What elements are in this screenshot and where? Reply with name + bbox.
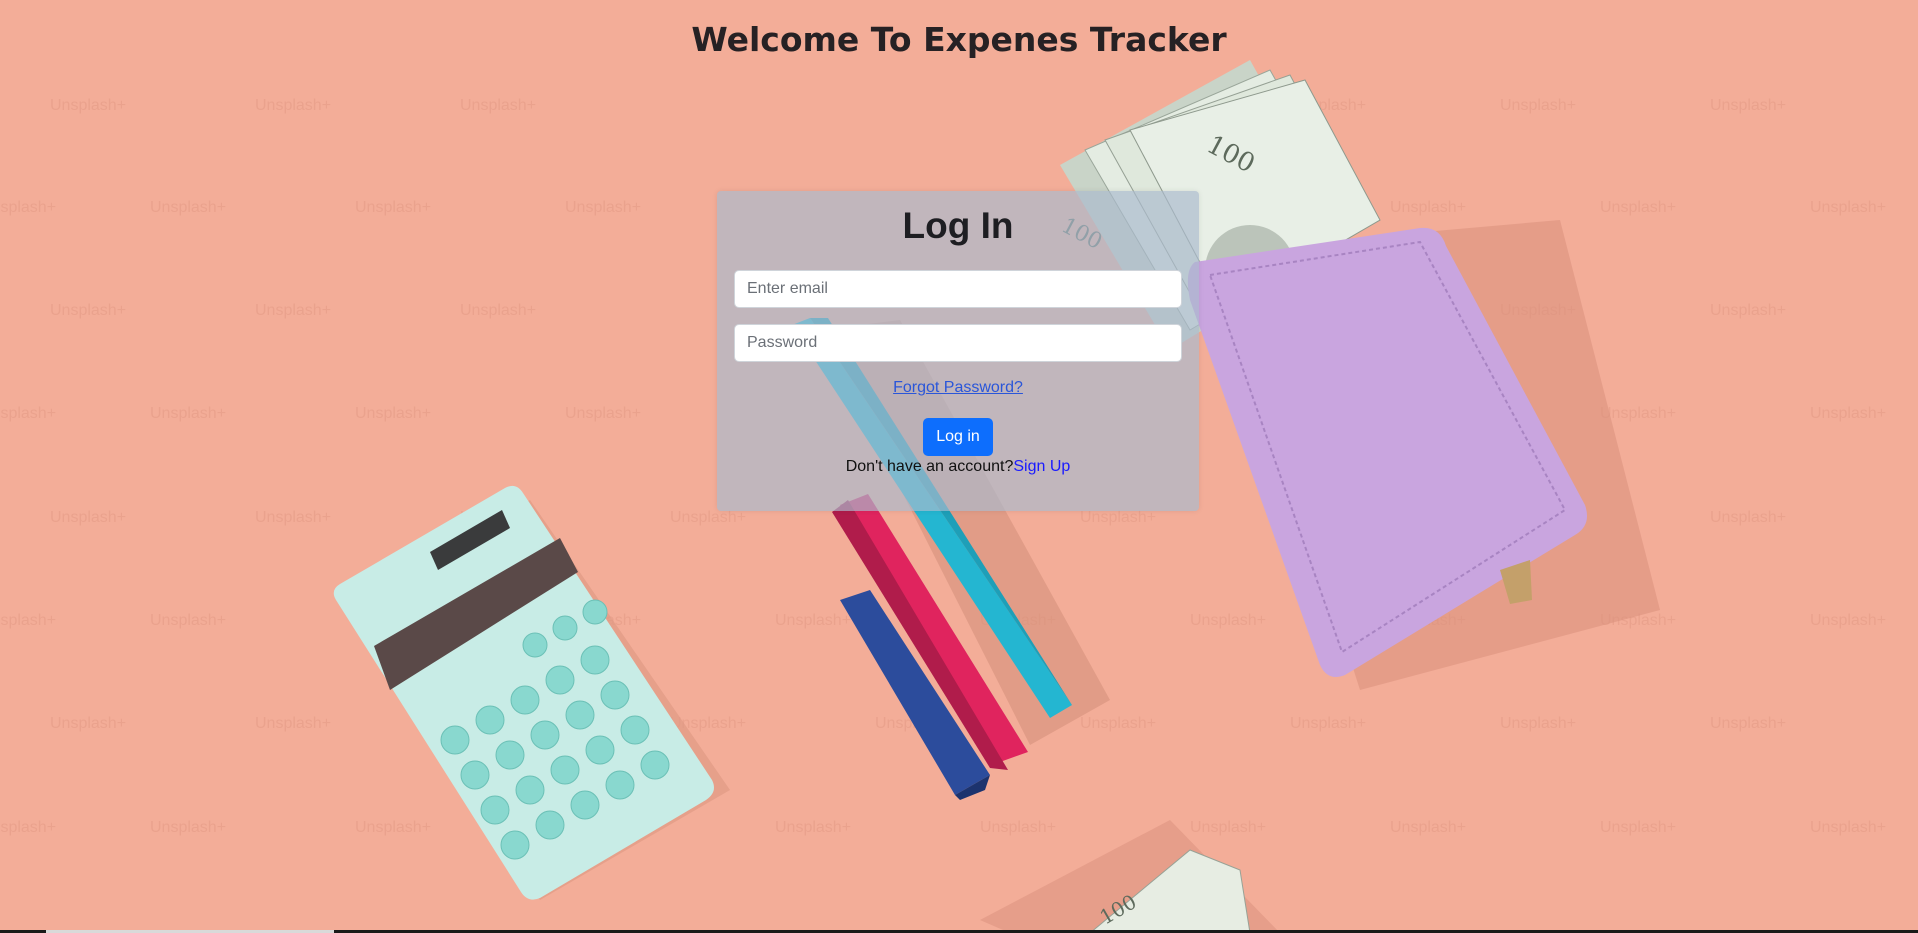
svg-text:Unsplash+: Unsplash+ — [255, 302, 331, 319]
login-card: Log In Forgot Password? Log in Don't hav… — [717, 191, 1199, 511]
svg-text:Unsplash+: Unsplash+ — [255, 509, 331, 526]
signup-link[interactable]: Sign Up — [1013, 458, 1070, 475]
svg-text:Unsplash+: Unsplash+ — [565, 199, 641, 216]
login-heading: Log In — [902, 205, 1014, 246]
svg-text:Unsplash+: Unsplash+ — [255, 715, 331, 732]
svg-text:Unsplash+: Unsplash+ — [150, 199, 226, 216]
svg-text:Unsplash+: Unsplash+ — [0, 405, 56, 422]
svg-text:Unsplash+: Unsplash+ — [980, 819, 1056, 836]
svg-text:Unsplash+: Unsplash+ — [50, 509, 126, 526]
svg-text:Unsplash+: Unsplash+ — [255, 97, 331, 114]
svg-text:Unsplash+: Unsplash+ — [1710, 97, 1786, 114]
svg-text:Unsplash+: Unsplash+ — [1600, 405, 1676, 422]
svg-text:Unsplash+: Unsplash+ — [1190, 819, 1266, 836]
email-input[interactable] — [734, 270, 1182, 308]
svg-text:Unsplash+: Unsplash+ — [150, 819, 226, 836]
svg-text:Unsplash+: Unsplash+ — [1710, 509, 1786, 526]
svg-text:Unsplash+: Unsplash+ — [1390, 819, 1466, 836]
svg-text:Unsplash+: Unsplash+ — [1710, 302, 1786, 319]
svg-text:Unsplash+: Unsplash+ — [50, 302, 126, 319]
svg-text:Unsplash+: Unsplash+ — [1600, 199, 1676, 216]
svg-text:Unsplash+: Unsplash+ — [1290, 715, 1366, 732]
signup-prompt: Don't have an account? — [845, 458, 1014, 475]
svg-text:Unsplash+: Unsplash+ — [460, 302, 536, 319]
svg-text:Unsplash+: Unsplash+ — [1810, 199, 1886, 216]
svg-text:Unsplash+: Unsplash+ — [1810, 405, 1886, 422]
svg-text:Unsplash+: Unsplash+ — [150, 612, 226, 629]
svg-text:Unsplash+: Unsplash+ — [50, 715, 126, 732]
svg-text:Unsplash+: Unsplash+ — [775, 612, 851, 629]
svg-text:Unsplash+: Unsplash+ — [1810, 612, 1886, 629]
svg-text:Unsplash+: Unsplash+ — [1810, 819, 1886, 836]
svg-text:Unsplash+: Unsplash+ — [355, 819, 431, 836]
svg-text:Unsplash+: Unsplash+ — [1500, 97, 1576, 114]
login-button[interactable]: Log in — [923, 418, 993, 456]
svg-text:Unsplash+: Unsplash+ — [50, 97, 126, 114]
svg-text:Unsplash+: Unsplash+ — [1190, 612, 1266, 629]
svg-text:Unsplash+: Unsplash+ — [150, 405, 226, 422]
svg-text:Unsplash+: Unsplash+ — [0, 819, 56, 836]
svg-text:Unsplash+: Unsplash+ — [1500, 715, 1576, 732]
svg-text:Unsplash+: Unsplash+ — [355, 405, 431, 422]
password-input[interactable] — [734, 324, 1182, 362]
svg-text:Unsplash+: Unsplash+ — [1600, 819, 1676, 836]
svg-text:Unsplash+: Unsplash+ — [1080, 715, 1156, 732]
svg-text:Unsplash+: Unsplash+ — [1710, 715, 1786, 732]
svg-text:Unsplash+: Unsplash+ — [0, 199, 56, 216]
page-title: Welcome To Expenes Tracker — [691, 20, 1227, 59]
svg-text:Unsplash+: Unsplash+ — [460, 97, 536, 114]
signup-row: Don't have an account?Sign Up — [717, 458, 1199, 476]
svg-text:Unsplash+: Unsplash+ — [775, 819, 851, 836]
svg-text:Unsplash+: Unsplash+ — [670, 509, 746, 526]
svg-text:Unsplash+: Unsplash+ — [1080, 509, 1156, 526]
svg-text:Unsplash+: Unsplash+ — [1390, 199, 1466, 216]
svg-text:Unsplash+: Unsplash+ — [355, 199, 431, 216]
svg-text:Unsplash+: Unsplash+ — [0, 612, 56, 629]
svg-text:Unsplash+: Unsplash+ — [565, 405, 641, 422]
forgot-password-link[interactable]: Forgot Password? — [717, 379, 1199, 397]
